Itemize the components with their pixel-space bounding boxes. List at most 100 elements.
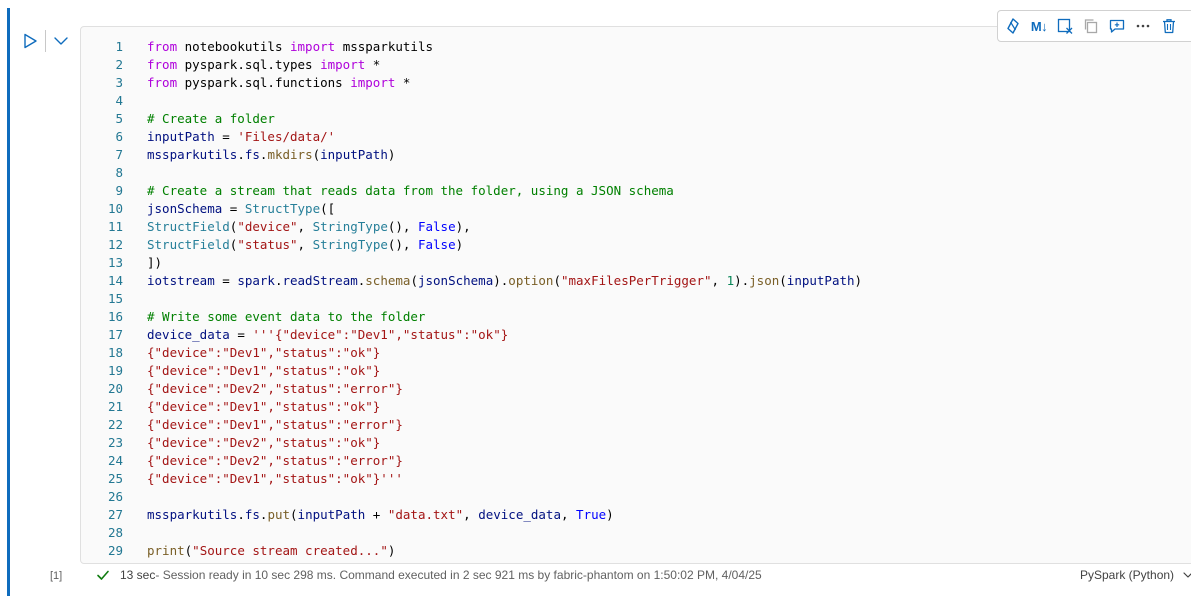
line-number: 23 bbox=[107, 435, 123, 450]
code-token: 'Files/data/' bbox=[237, 129, 336, 144]
code-token: iotstream bbox=[147, 273, 215, 288]
code-line: 12 StructField("status", StringType(), Fa… bbox=[81, 236, 1191, 254]
markdown-toggle-button[interactable]: M↓ bbox=[1028, 15, 1050, 37]
line-number: 24 bbox=[107, 453, 123, 468]
code-text: StructField("status", StringType(), Fals… bbox=[147, 236, 463, 254]
code-token: True bbox=[576, 507, 607, 522]
code-text: {"device":"Dev1","status":"ok"} bbox=[147, 344, 380, 362]
code-text: from pyspark.sql.types import * bbox=[147, 56, 380, 74]
code-token: "Source stream created..." bbox=[192, 543, 388, 558]
code-token: ). bbox=[734, 273, 750, 288]
line-number: 22 bbox=[107, 417, 123, 432]
code-token: ( bbox=[779, 273, 787, 288]
delete-icon bbox=[1163, 19, 1175, 34]
code-text: StructField("device", StringType(), Fals… bbox=[147, 218, 471, 236]
cell-toolbar: M↓ bbox=[997, 10, 1191, 42]
run-cell-button[interactable] bbox=[21, 32, 39, 50]
code-editor[interactable]: 1 from notebookutils import mssparkutils 2… bbox=[81, 38, 1191, 560]
code-text: print("Source stream created...") bbox=[147, 542, 395, 560]
code-line: 13]) bbox=[81, 254, 1191, 272]
code-text: {"device":"Dev1","status":"ok"} bbox=[147, 362, 380, 380]
language-selector[interactable]: PySpark (Python) bbox=[1080, 568, 1191, 582]
copilot-button[interactable] bbox=[1002, 15, 1024, 37]
code-token: = bbox=[214, 273, 238, 288]
code-line: 2 from pyspark.sql.types import * bbox=[81, 56, 1191, 74]
code-line: 28 bbox=[81, 524, 1191, 542]
code-line: 17 device_data = '''{"device":"Dev1","sta… bbox=[81, 326, 1191, 344]
code-token: (), bbox=[387, 219, 418, 234]
line-number: 27 bbox=[107, 507, 123, 522]
line-number: 7 bbox=[115, 147, 123, 162]
comment-icon bbox=[1109, 19, 1125, 33]
line-number: 11 bbox=[107, 219, 123, 234]
code-token: . bbox=[237, 147, 245, 162]
code-token: ( bbox=[553, 273, 561, 288]
line-number: 19 bbox=[107, 363, 123, 378]
line-number: 20 bbox=[107, 381, 123, 396]
code-token: inputPath bbox=[147, 129, 215, 144]
code-line: 19 {"device":"Dev1","status":"ok"} bbox=[81, 362, 1191, 380]
code-token: fs bbox=[244, 147, 260, 162]
code-text: from pyspark.sql.functions import * bbox=[147, 74, 410, 92]
code-token: device_data bbox=[478, 507, 561, 522]
clear-output-button[interactable] bbox=[1054, 15, 1076, 37]
code-token: False bbox=[417, 219, 456, 234]
code-token: option bbox=[508, 273, 554, 288]
line-number: 5 bbox=[115, 111, 123, 126]
code-token: = bbox=[214, 129, 238, 144]
line-number: 6 bbox=[115, 129, 123, 144]
line-number: 21 bbox=[107, 399, 123, 414]
code-token: from bbox=[147, 39, 185, 54]
code-token: readStream bbox=[282, 273, 358, 288]
copy-button[interactable] bbox=[1080, 15, 1102, 37]
line-number: 17 bbox=[107, 327, 123, 342]
checkmark-icon bbox=[97, 570, 109, 580]
code-token: jsonSchema bbox=[147, 201, 223, 216]
code-line: 15 bbox=[81, 290, 1191, 308]
code-text: inputPath = 'Files/data/' bbox=[147, 128, 335, 146]
code-token: ( bbox=[312, 147, 321, 162]
code-token: inputPath bbox=[297, 507, 366, 522]
code-text: {"device":"Dev1","status":"ok"} bbox=[147, 398, 380, 416]
execution-status: 13 sec - Session ready in 10 sec 298 ms.… bbox=[96, 568, 762, 582]
code-token: put bbox=[267, 507, 291, 522]
code-token: ( bbox=[290, 507, 298, 522]
line-number: 15 bbox=[107, 291, 123, 306]
delete-cell-button[interactable] bbox=[1158, 15, 1180, 37]
line-number: 26 bbox=[107, 489, 123, 504]
code-token: # Write some event data to the folder bbox=[147, 309, 426, 324]
more-options-button[interactable] bbox=[1132, 15, 1154, 37]
code-token: json bbox=[749, 273, 780, 288]
comment-button[interactable] bbox=[1106, 15, 1128, 37]
code-token: mssparkutils bbox=[147, 147, 238, 162]
line-number: 29 bbox=[107, 543, 123, 558]
code-cell[interactable]: 1 from notebookutils import mssparkutils 2… bbox=[80, 26, 1191, 564]
code-token: = bbox=[229, 327, 253, 342]
code-token: {"device":"Dev2","status":"error"} bbox=[147, 453, 403, 468]
code-line: 27 mssparkutils.fs.put(inputPath + "data.… bbox=[81, 506, 1191, 524]
execution-count: [1] bbox=[50, 570, 63, 582]
code-token: mssparkutils bbox=[147, 507, 238, 522]
code-line: 7 mssparkutils.fs.mkdirs(inputPath) bbox=[81, 146, 1191, 164]
code-line: 22 {"device":"Dev1","status":"error"} bbox=[81, 416, 1191, 434]
code-token: from bbox=[147, 75, 185, 90]
line-number: 3 bbox=[115, 75, 123, 90]
code-token: {"device":"Dev2","status":"error"} bbox=[147, 381, 403, 396]
line-number: 10 bbox=[107, 201, 123, 216]
code-line: 10 jsonSchema = StructType([ bbox=[81, 200, 1191, 218]
code-token: "maxFilesPerTrigger" bbox=[560, 273, 712, 288]
code-token: '''{"device":"Dev1","status":"ok"} bbox=[252, 327, 509, 342]
code-line: 26 bbox=[81, 488, 1191, 506]
code-token: ([ bbox=[320, 201, 336, 216]
chevron-down-icon bbox=[54, 37, 68, 45]
code-token: ) bbox=[387, 543, 396, 558]
run-options-dropdown[interactable] bbox=[52, 32, 70, 50]
code-text: from notebookutils import mssparkutils bbox=[147, 38, 433, 56]
code-token: mkdirs bbox=[267, 147, 313, 162]
code-line: 5 # Create a folder bbox=[81, 110, 1191, 128]
code-text: ]) bbox=[147, 254, 162, 272]
code-line: 14 iotstream = spark.readStream.schema(js… bbox=[81, 272, 1191, 290]
code-line: 23 {"device":"Dev2","status":"ok"} bbox=[81, 434, 1191, 452]
code-token: ]) bbox=[147, 255, 163, 270]
code-line: 29 print("Source stream created...") bbox=[81, 542, 1191, 560]
